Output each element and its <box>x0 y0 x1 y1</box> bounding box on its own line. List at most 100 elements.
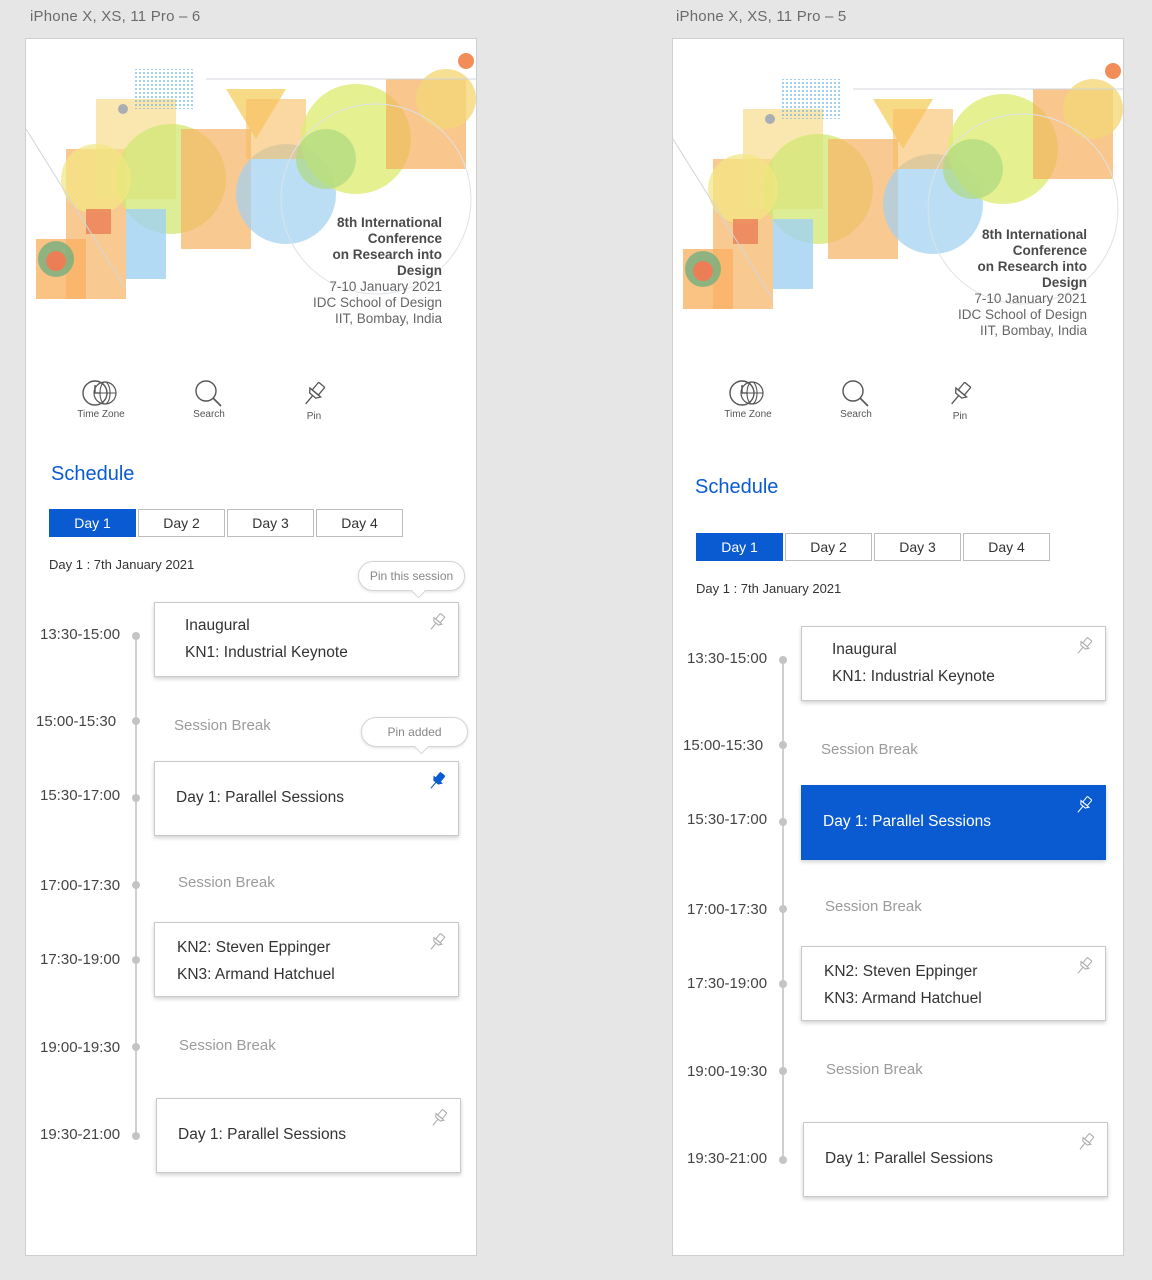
session-break-label: Session Break <box>821 741 918 758</box>
timeline-dot <box>779 980 787 988</box>
tab-day-3[interactable]: Day 3 <box>874 533 961 561</box>
session-card[interactable]: Inaugural KN1: Industrial Keynote <box>154 602 459 677</box>
timeline-dot <box>779 1156 787 1164</box>
search-button[interactable]: Search <box>821 379 891 420</box>
session-line: Day 1: Parallel Sessions <box>825 1150 993 1167</box>
conference-title-line: Conference <box>1012 243 1087 258</box>
tab-day-1[interactable]: Day 1 <box>49 509 136 537</box>
slot-time: 17:00-17:30 <box>687 901 768 918</box>
session-card[interactable]: Inaugural KN1: Industrial Keynote <box>801 626 1106 701</box>
slot-time: 19:30-21:00 <box>687 1150 768 1167</box>
schedule-heading: Schedule <box>51 463 135 485</box>
session-card[interactable]: Day 1: Parallel Sessions <box>156 1098 461 1173</box>
conference-title-line: Design <box>396 263 442 278</box>
session-line: Inaugural <box>185 617 250 634</box>
pin-outline-icon[interactable] <box>428 1107 450 1129</box>
pin-label: Pin <box>952 411 968 422</box>
search-icon <box>842 380 869 407</box>
conference-title-line: on Research into <box>977 259 1087 274</box>
slot-time: 15:30-17:00 <box>40 787 121 804</box>
session-line: Day 1: Parallel Sessions <box>823 813 991 830</box>
timeline-dot <box>779 741 787 749</box>
conference-title-line: Design <box>1041 275 1087 290</box>
conference-banner: 8th International Conference on Research… <box>26 39 476 326</box>
tab-day-2[interactable]: Day 2 <box>785 533 872 561</box>
day-tabs: Day 1 Day 2 Day 3 Day 4 <box>696 533 1052 561</box>
frame-title: iPhone X, XS, 11 Pro – 6 <box>30 8 201 25</box>
timezone-button[interactable]: Time Zone <box>66 379 136 420</box>
session-line: Day 1: Parallel Sessions <box>178 1126 346 1143</box>
pin-outline-icon[interactable] <box>1075 1131 1097 1153</box>
timeline-dot <box>132 956 140 964</box>
session-line: KN1: Industrial Keynote <box>832 668 995 685</box>
timeline-dot <box>132 794 140 802</box>
slot-time: 17:00-17:30 <box>40 877 121 894</box>
schedule-heading: Schedule <box>695 476 779 498</box>
timezone-button[interactable]: Time Zone <box>713 379 783 420</box>
slot-time: 13:30-15:00 <box>687 650 768 667</box>
session-line: KN1: Industrial Keynote <box>185 644 348 661</box>
slot-time: 19:00-19:30 <box>40 1039 121 1056</box>
pin-filled-icon[interactable] <box>426 770 448 792</box>
session-line: KN2: Steven Eppinger <box>824 963 978 980</box>
session-card-selected[interactable]: Day 1: Parallel Sessions <box>801 785 1106 860</box>
timeline-dot <box>779 656 787 664</box>
session-line: Day 1: Parallel Sessions <box>176 789 344 806</box>
tab-day-3[interactable]: Day 3 <box>227 509 314 537</box>
pin-label: Pin <box>306 411 322 422</box>
conference-dates: 7-10 January 2021 <box>974 291 1087 306</box>
conference-place: IIT, Bombay, India <box>979 323 1087 338</box>
tab-day-4[interactable]: Day 4 <box>963 533 1050 561</box>
slot-time: 15:00-15:30 <box>36 713 117 730</box>
tab-day-4[interactable]: Day 4 <box>316 509 403 537</box>
timeline-dot <box>132 1043 140 1051</box>
timezone-label: Time Zone <box>724 409 772 420</box>
tab-day-1[interactable]: Day 1 <box>696 533 783 561</box>
pin-outline-icon[interactable] <box>426 611 448 633</box>
session-line: Inaugural <box>832 641 897 658</box>
session-card[interactable]: KN2: Steven Eppinger KN3: Armand Hatchue… <box>801 946 1106 1021</box>
pin-outline-icon[interactable] <box>1073 635 1095 657</box>
timeline-dot <box>132 717 140 725</box>
session-card[interactable]: KN2: Steven Eppinger KN3: Armand Hatchue… <box>154 922 459 997</box>
search-button[interactable]: Search <box>174 379 244 420</box>
pin-this-session-tooltip: Pin this session <box>358 561 465 591</box>
timeline-dot <box>779 818 787 826</box>
conference-title-line: Conference <box>367 231 442 246</box>
pin-outline-icon[interactable] <box>426 931 448 953</box>
pin-icon <box>951 381 972 405</box>
timeline-dot <box>779 905 787 913</box>
slot-time: 15:00-15:30 <box>683 737 764 754</box>
timeline-dot <box>132 1132 140 1140</box>
conference-title-line: 8th International <box>981 227 1087 242</box>
session-line: KN3: Armand Hatchuel <box>824 990 982 1007</box>
pin-outline-icon[interactable] <box>1073 955 1095 977</box>
conference-school: IDC School of Design <box>312 295 442 310</box>
session-break-label: Session Break <box>178 874 275 891</box>
slot-time: 15:30-17:00 <box>687 811 768 828</box>
session-card[interactable]: Day 1: Parallel Sessions <box>154 761 459 836</box>
session-break-label: Session Break <box>825 898 922 915</box>
slot-time: 17:30-19:00 <box>687 975 768 992</box>
phone-artboard: 8th International Conference on Research… <box>25 38 477 1256</box>
timezone-icon <box>82 380 117 406</box>
day-date-label: Day 1 : 7th January 2021 <box>696 581 842 596</box>
day-date-label: Day 1 : 7th January 2021 <box>49 557 195 572</box>
tab-day-2[interactable]: Day 2 <box>138 509 225 537</box>
search-label: Search <box>840 409 872 420</box>
timezone-icon <box>729 380 764 406</box>
pin-button[interactable]: Pin <box>925 379 995 422</box>
session-card[interactable]: Day 1: Parallel Sessions <box>803 1122 1108 1197</box>
session-break-label: Session Break <box>826 1061 923 1078</box>
slot-time: 19:30-21:00 <box>40 1126 121 1143</box>
session-line: KN2: Steven Eppinger <box>177 939 331 956</box>
pin-button[interactable]: Pin <box>279 379 349 422</box>
slot-time: 13:30-15:00 <box>40 626 121 643</box>
pin-added-tooltip: Pin added <box>361 717 468 747</box>
slot-time: 17:30-19:00 <box>40 951 121 968</box>
timeline-dot <box>132 881 140 889</box>
pin-outline-icon[interactable] <box>1073 794 1095 816</box>
search-label: Search <box>193 409 225 420</box>
conference-info: 8th International Conference on Research… <box>313 215 442 327</box>
conference-title-line: on Research into <box>332 247 442 262</box>
